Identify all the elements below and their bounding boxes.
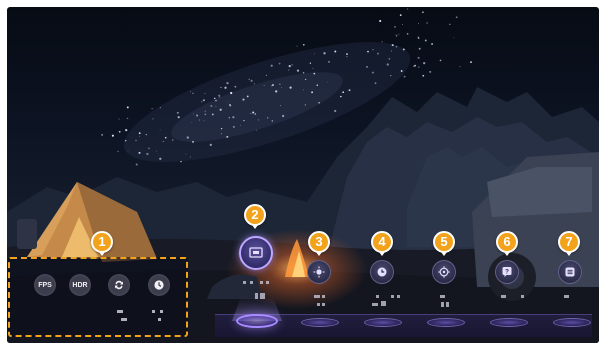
dock-indicator — [250, 281, 253, 284]
dock-indicator — [376, 295, 379, 298]
callout-6: 6 — [496, 231, 518, 256]
callout-3: 3 — [308, 231, 330, 256]
dock-indicator — [441, 302, 444, 307]
brightness-button[interactable] — [307, 260, 331, 284]
display-icon — [249, 247, 263, 258]
crosshair-icon — [438, 266, 450, 278]
callout-1: 1 — [91, 231, 113, 256]
sync-indicator — [121, 318, 127, 321]
crosshair-button[interactable] — [432, 260, 456, 284]
dock-indicator — [501, 295, 506, 298]
dock-indicator — [391, 295, 394, 298]
callout-4: 4 — [371, 231, 393, 256]
help-icon: ? — [502, 267, 512, 277]
timer-button[interactable] — [370, 260, 394, 284]
help-button[interactable]: ? — [495, 260, 519, 284]
dock-pad — [490, 318, 528, 327]
display-mode-button[interactable] — [239, 236, 273, 270]
brightness-icon — [313, 266, 325, 278]
dock-indicator — [266, 281, 269, 284]
dock-pad-active — [236, 314, 278, 328]
hdr-label: HDR — [72, 281, 88, 289]
menu-button[interactable] — [558, 260, 582, 284]
clock-indicator — [152, 310, 155, 313]
quick-settings-panel — [8, 257, 188, 337]
callout-7: 7 — [558, 231, 580, 256]
timer-icon — [377, 267, 387, 277]
dock-indicator — [255, 293, 258, 299]
dock-indicator — [397, 295, 400, 298]
callout-5: 5 — [433, 231, 455, 256]
sync-button[interactable] — [108, 274, 130, 296]
clock-button[interactable] — [148, 274, 170, 296]
dock-indicator — [521, 295, 524, 298]
dock-indicator — [381, 301, 386, 306]
dock-indicator — [260, 293, 265, 299]
clock-icon — [154, 280, 164, 290]
menu-icon — [565, 267, 575, 277]
fps-button[interactable]: FPS — [34, 274, 56, 296]
hdr-button[interactable]: HDR — [69, 274, 91, 296]
sync-icon — [115, 280, 123, 290]
dock-pad — [301, 318, 339, 327]
game-bar-screen: FPS HDR ? 1 2 3 4 5 6 7 — [0, 0, 606, 343]
dock-pad — [364, 318, 402, 327]
clock-indicator — [160, 310, 163, 313]
dock-indicator — [322, 303, 325, 306]
dock-indicator — [564, 295, 569, 298]
dock-indicator — [317, 303, 320, 306]
dock-indicator — [440, 295, 445, 298]
dock-indicator — [260, 281, 263, 284]
fps-label: FPS — [38, 281, 52, 289]
sync-indicator — [117, 310, 123, 313]
dock-pad — [427, 318, 465, 327]
svg-text:?: ? — [505, 269, 509, 276]
dock-indicator — [314, 295, 320, 298]
dock-pad — [553, 318, 591, 327]
clock-indicator — [158, 318, 161, 321]
dock-indicator — [372, 303, 378, 306]
dock-indicator — [322, 295, 325, 298]
callout-2: 2 — [244, 204, 266, 229]
dock-indicator — [243, 281, 246, 284]
dock-indicator — [446, 302, 449, 307]
